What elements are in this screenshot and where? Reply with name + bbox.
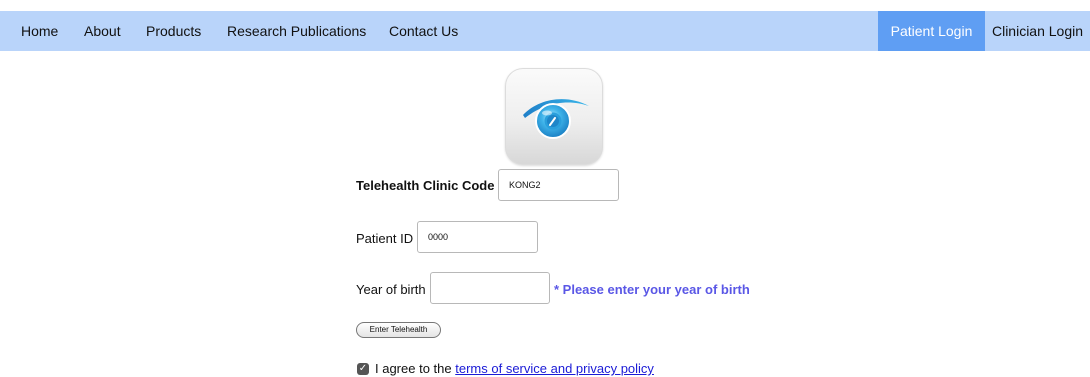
app-logo (505, 68, 603, 165)
agree-checkbox[interactable]: ✓ (357, 362, 369, 375)
nav-research-publications[interactable]: Research Publications (227, 11, 366, 51)
nav-contact-us[interactable]: Contact Us (389, 11, 458, 51)
year-of-birth-label: Year of birth (356, 282, 426, 297)
year-of-birth-input[interactable] (430, 272, 550, 304)
patient-id-label: Patient ID (356, 231, 414, 246)
eye-icon (523, 99, 589, 139)
enter-telehealth-button[interactable]: Enter Telehealth (356, 322, 441, 338)
nav-home[interactable]: Home (21, 11, 58, 51)
top-navbar: Home About Products Research Publication… (0, 11, 1090, 51)
patient-id-input[interactable] (417, 221, 538, 253)
year-of-birth-hint: * Please enter your year of birth (554, 282, 750, 297)
nav-patient-login[interactable]: Patient Login (878, 11, 985, 51)
clinic-code-label: Telehealth Clinic Code (356, 178, 495, 193)
clinic-code-input[interactable] (498, 169, 619, 201)
nav-about[interactable]: About (84, 11, 121, 51)
nav-clinician-login[interactable]: Clinician Login (985, 11, 1090, 51)
agree-row: ✓ I agree to the terms of service and pri… (357, 361, 654, 377)
nav-products[interactable]: Products (146, 11, 201, 51)
